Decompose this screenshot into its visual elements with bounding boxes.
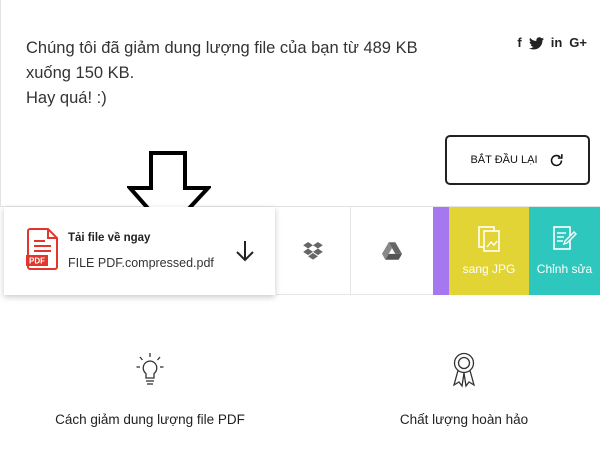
- google-plus-icon[interactable]: G+: [569, 36, 587, 50]
- download-card[interactable]: PDF Tải file về ngay FILE PDF.compressed…: [4, 207, 275, 295]
- restart-label: BẮT ĐẦU LẠI: [470, 154, 538, 166]
- result-line-2: xuống 150 KB.: [26, 64, 135, 82]
- feature-title-quality[interactable]: Chất lượng hoàn hảo: [314, 412, 600, 427]
- dropbox-icon: [303, 241, 323, 260]
- feature-title-how-to[interactable]: Cách giảm dung lượng file PDF: [0, 412, 300, 427]
- result-message: Chúng tôi đã giảm dung lượng file của bạ…: [26, 36, 466, 111]
- feature-how-to-compress[interactable]: Cách giảm dung lượng file PDF: [0, 352, 300, 427]
- twitter-icon[interactable]: [528, 36, 544, 50]
- convert-to-jpg-label: sang JPG: [462, 262, 516, 276]
- restart-button[interactable]: BẮT ĐẦU LẠI: [445, 135, 590, 185]
- pdf-badge: PDF: [29, 257, 45, 266]
- download-title[interactable]: Tải file về ngay: [68, 232, 150, 244]
- download-filename[interactable]: FILE PDF.compressed.pdf: [68, 256, 214, 270]
- purple-tool-strip[interactable]: [433, 207, 449, 295]
- lightbulb-icon: [136, 353, 164, 385]
- result-line-1: Chúng tôi đã giảm dung lượng file của bạ…: [26, 39, 418, 57]
- feature-perfect-quality[interactable]: Chất lượng hoàn hảo: [314, 352, 600, 427]
- save-to-dropbox-button[interactable]: [276, 207, 351, 295]
- social-share: f in G+: [517, 36, 587, 50]
- result-line-3: Hay quá! :): [26, 89, 107, 107]
- result-card: Chúng tôi đã giảm dung lượng file của bạ…: [0, 0, 600, 207]
- download-arrow-icon[interactable]: [234, 239, 256, 263]
- edit-pdf-label: Chỉnh sửa: [536, 262, 593, 276]
- convert-to-jpg-button[interactable]: sang JPG: [449, 207, 529, 295]
- save-to-drive-button[interactable]: [351, 207, 433, 295]
- edit-pdf-button[interactable]: Chỉnh sửa: [529, 207, 600, 295]
- pdf-file-icon: PDF: [26, 228, 58, 270]
- edit-file-icon: [552, 226, 577, 250]
- refresh-icon: [550, 153, 563, 166]
- linkedin-icon[interactable]: in: [551, 36, 563, 50]
- facebook-icon[interactable]: f: [517, 36, 521, 50]
- award-ribbon-icon: [452, 352, 476, 388]
- download-row: PDF Tải file về ngay FILE PDF.compressed…: [0, 207, 600, 295]
- jpg-file-icon: [478, 226, 500, 252]
- google-drive-icon: [382, 241, 402, 260]
